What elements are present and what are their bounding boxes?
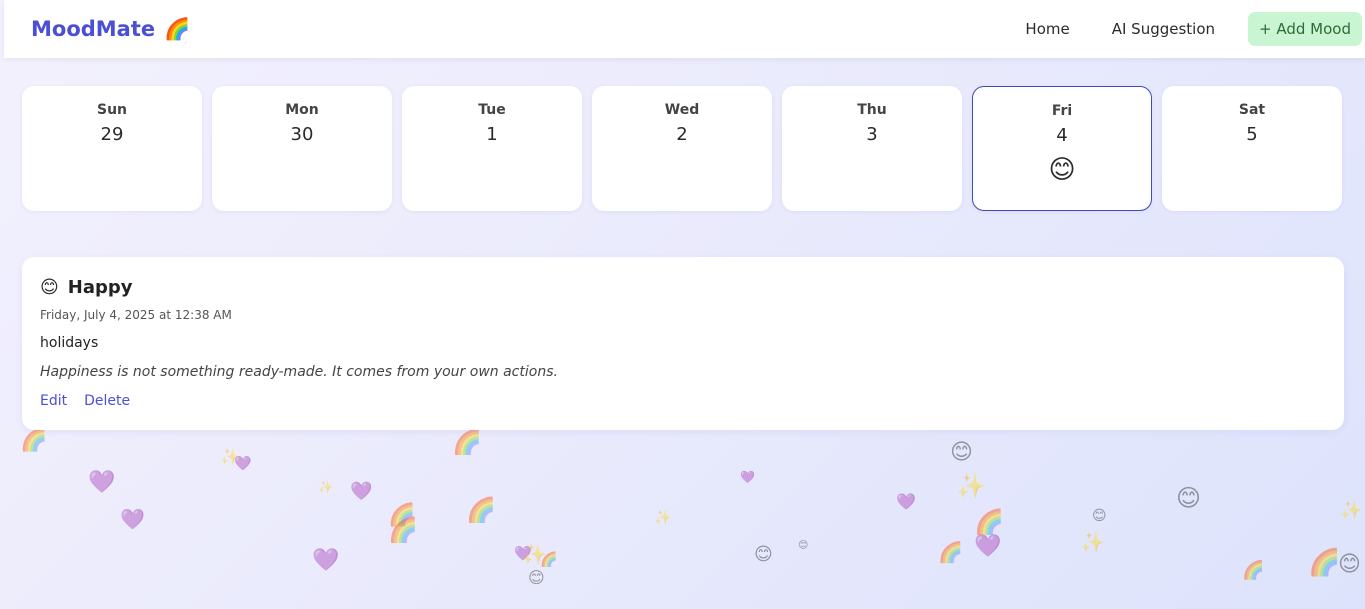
smiley-icon: 😊 [1176, 484, 1202, 512]
heart-icon: 💜 [120, 507, 145, 531]
heart-icon: 💜 [974, 534, 1002, 559]
smiley-icon: 😊 [754, 544, 773, 565]
day-card-wed[interactable]: Wed 2 [592, 86, 772, 211]
sparkle-icon: ✨ [522, 542, 547, 566]
nav-links: Home AI Suggestion + Add Mood [1004, 12, 1362, 46]
day-name: Fri [1051, 103, 1073, 119]
rainbow-icon: 🌈 [938, 540, 963, 564]
brand[interactable]: MoodMate 🌈 [31, 17, 190, 42]
day-card-mon[interactable]: Mon 30 [212, 86, 392, 211]
day-number: 4 [1056, 125, 1068, 146]
smiley-icon: 😊 [528, 568, 545, 587]
sparkle-icon: ✨ [318, 480, 333, 494]
heart-icon: 💜 [234, 456, 252, 472]
rainbow-icon: 🌈 [1308, 548, 1341, 578]
sparkle-icon: ✨ [1080, 530, 1105, 554]
add-mood-button[interactable]: + Add Mood [1248, 12, 1362, 46]
navbar: MoodMate 🌈 Home AI Suggestion + Add Mood [4, 0, 1365, 58]
heart-icon: 💜 [350, 481, 373, 502]
rainbow-icon: 🌈 [388, 516, 418, 544]
brand-name: MoodMate [31, 17, 156, 41]
day-name: Sun [96, 102, 128, 118]
smiley-icon: 😊 [798, 540, 809, 551]
delete-link[interactable]: Delete [84, 393, 130, 409]
heart-icon: 💜 [514, 546, 532, 562]
sparkle-icon: ✨ [1340, 500, 1363, 521]
rainbow-icon: 🌈 [452, 428, 482, 456]
smiley-icon: 😊 [1092, 508, 1107, 524]
entry-actions: Edit Delete [40, 393, 1326, 409]
day-number: 5 [1246, 124, 1258, 145]
entry-note: holidays [40, 335, 99, 351]
sparkle-icon: ✨ [956, 472, 986, 500]
day-name: Sat [1238, 102, 1266, 118]
day-number: 29 [100, 124, 124, 145]
heart-icon: 💜 [896, 492, 916, 511]
rainbow-icon: 🌈 [164, 16, 191, 41]
day-number: 30 [290, 124, 314, 145]
heart-icon: 💜 [740, 470, 755, 484]
smiley-icon: 😊 [1338, 552, 1361, 577]
sparkle-icon: ✨ [654, 510, 672, 526]
day-number: 1 [486, 124, 498, 145]
entry-timestamp: Friday, July 4, 2025 at 12:38 AM [40, 308, 232, 322]
day-name: Mon [285, 102, 319, 118]
mood-entry-card: 😊 Happy Friday, July 4, 2025 at 12:38 AM… [22, 257, 1344, 430]
heart-icon: 💜 [312, 548, 340, 573]
sparkle-icon: ✨ [220, 447, 240, 466]
rainbow-icon: 🌈 [388, 503, 416, 528]
day-name: Tue [478, 102, 506, 118]
day-card-thu[interactable]: Thu 3 [782, 86, 962, 211]
entry-header: 😊 Happy [40, 277, 1326, 298]
smiley-icon: 😊 [950, 440, 973, 465]
rainbow-icon: 🌈 [974, 508, 1004, 536]
rainbow-icon: 🌈 [20, 428, 48, 453]
day-card-sat[interactable]: Sat 5 [1162, 86, 1342, 211]
entry-mood-title: Happy [67, 277, 133, 298]
app-frame: 🌈 💜 💜 ✨ 💜 ✨ 💜 🌈 🌈 🌈 🌈 💜 💜 ✨ 🌈 😊 ✨ 💜 😊 😊 💜 😊 ✨ 💜 🌈 🌈 ✨ 😊 😊 🌈 🌈 😊 ✨ MoodMa… [4, 0, 1365, 609]
rainbow-icon: 🌈 [1242, 560, 1265, 581]
rainbow-icon: 🌈 [540, 552, 558, 568]
smiley-icon: 😊 [40, 277, 59, 298]
entry-quote: Happiness is not something ready-made. I… [40, 364, 558, 380]
day-number: 2 [676, 124, 688, 145]
day-card-tue[interactable]: Tue 1 [402, 86, 582, 211]
day-card-fri[interactable]: Fri 4 😊 [972, 86, 1152, 211]
smiley-icon: 😊 [1048, 155, 1076, 185]
heart-icon: 💜 [88, 470, 116, 495]
nav-link-home[interactable]: Home [1004, 14, 1090, 44]
edit-link[interactable]: Edit [40, 393, 67, 409]
week-calendar: Sun 29 Mon 30 Tue 1 Wed 2 Thu 3 Fri 4 😊 … [22, 86, 1342, 211]
day-name: Thu [857, 102, 887, 118]
day-number: 3 [866, 124, 878, 145]
day-card-sun[interactable]: Sun 29 [22, 86, 202, 211]
nav-link-ai-suggestion[interactable]: AI Suggestion [1091, 14, 1236, 44]
day-name: Wed [664, 102, 700, 118]
rainbow-icon: 🌈 [466, 496, 496, 524]
